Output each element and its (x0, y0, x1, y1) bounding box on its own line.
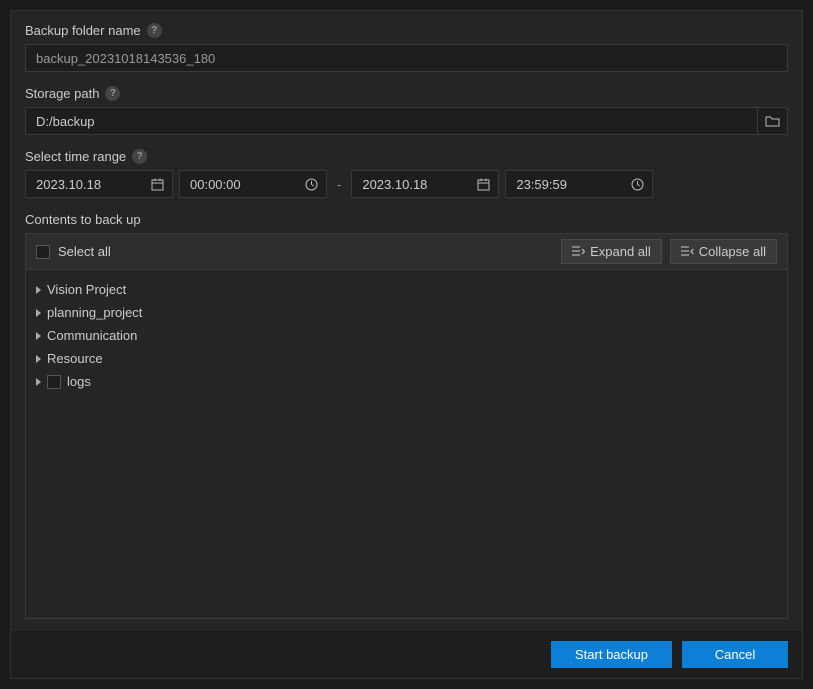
label-text: Backup folder name (25, 23, 141, 38)
label-text: Contents to back up (25, 212, 141, 227)
help-icon[interactable]: ? (147, 23, 162, 38)
tree-item[interactable]: planning_project (26, 301, 787, 324)
backup-folder-name-input[interactable] (25, 44, 788, 72)
chevron-right-icon (36, 286, 41, 294)
end-date-field[interactable] (351, 170, 499, 198)
expand-all-label: Expand all (590, 244, 651, 259)
tree-item[interactable]: Resource (26, 347, 787, 370)
contents-tree: Vision Project planning_project Communicat… (25, 270, 788, 619)
tree-item-label: Communication (47, 328, 137, 343)
folder-icon (765, 115, 780, 127)
collapse-all-label: Collapse all (699, 244, 766, 259)
checkbox-icon (36, 245, 50, 259)
start-date-input[interactable] (26, 171, 143, 198)
select-all-label: Select all (58, 244, 111, 259)
tree-item[interactable]: logs (26, 370, 787, 393)
start-time-field[interactable] (179, 170, 327, 198)
expand-icon (572, 246, 585, 257)
collapse-icon (681, 246, 694, 257)
clock-icon[interactable] (623, 178, 652, 191)
help-icon[interactable]: ? (105, 86, 120, 101)
chevron-right-icon (36, 378, 41, 386)
calendar-icon[interactable] (143, 178, 172, 191)
end-date-input[interactable] (352, 171, 469, 198)
tree-item[interactable]: Communication (26, 324, 787, 347)
select-all-checkbox[interactable]: Select all (36, 244, 111, 259)
chevron-right-icon (36, 332, 41, 340)
tree-item-label: Resource (47, 351, 103, 366)
storage-path-input[interactable] (25, 107, 758, 135)
chevron-right-icon (36, 309, 41, 317)
help-icon[interactable]: ? (132, 149, 147, 164)
start-date-field[interactable] (25, 170, 173, 198)
chevron-right-icon (36, 355, 41, 363)
contents-toolbar: Select all Expand all (25, 233, 788, 270)
contents-section: Select all Expand all (25, 233, 788, 619)
tree-item-label: Vision Project (47, 282, 126, 297)
calendar-icon[interactable] (469, 178, 498, 191)
contents-label: Contents to back up (25, 212, 788, 227)
end-time-field[interactable] (505, 170, 653, 198)
tree-item[interactable]: Vision Project (26, 278, 787, 301)
start-backup-button[interactable]: Start backup (551, 641, 672, 668)
end-time-input[interactable] (506, 171, 623, 198)
cancel-button[interactable]: Cancel (682, 641, 788, 668)
label-text: Select time range (25, 149, 126, 164)
expand-all-button[interactable]: Expand all (561, 239, 662, 264)
backup-folder-name-label: Backup folder name ? (25, 23, 788, 38)
time-range-label: Select time range ? (25, 149, 788, 164)
storage-path-label: Storage path ? (25, 86, 788, 101)
collapse-all-button[interactable]: Collapse all (670, 239, 777, 264)
tree-item-label: logs (67, 374, 91, 389)
start-time-input[interactable] (180, 171, 297, 198)
checkbox-icon[interactable] (47, 375, 61, 389)
form-area: Backup folder name ? Storage path ? Sele… (11, 11, 802, 631)
footer: Start backup Cancel (11, 631, 802, 678)
backup-panel: Backup folder name ? Storage path ? Sele… (10, 10, 803, 679)
browse-folder-button[interactable] (758, 107, 788, 135)
tree-item-label: planning_project (47, 305, 142, 320)
label-text: Storage path (25, 86, 99, 101)
clock-icon[interactable] (297, 178, 326, 191)
range-separator: - (333, 177, 345, 192)
